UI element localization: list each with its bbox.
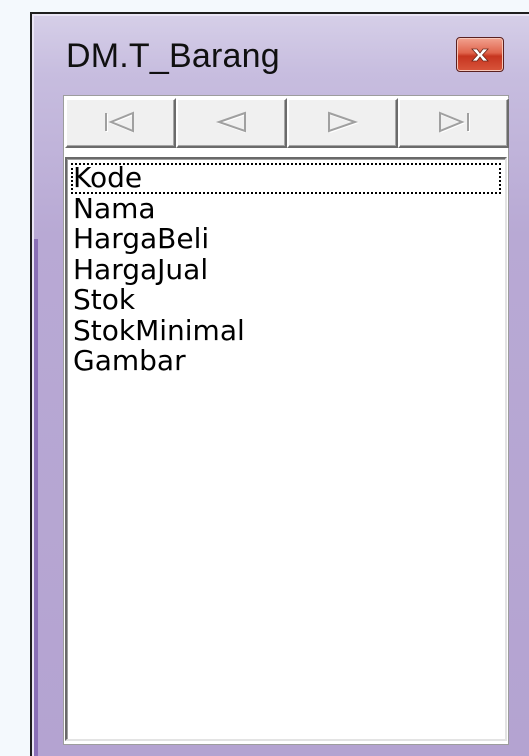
prior-record-icon — [214, 110, 250, 136]
data-module-window: DM.T_Barang Kode Nama HargaBeli HargaJua… — [30, 12, 529, 756]
field-item-hargabeli[interactable]: HargaBeli — [71, 224, 501, 255]
field-item-hargajual[interactable]: HargaJual — [71, 254, 501, 286]
desktop: DM.T_Barang Kode Nama HargaBeli HargaJua… — [0, 0, 529, 756]
fields-listbox[interactable]: Kode Nama HargaBeli HargaJual Stok StokM… — [65, 157, 507, 741]
next-record-icon — [325, 110, 361, 136]
next-record-button[interactable] — [287, 98, 398, 148]
prior-record-button[interactable] — [176, 98, 287, 148]
field-item-kode[interactable]: Kode — [71, 163, 501, 194]
close-icon — [469, 48, 491, 62]
client-area: Kode Nama HargaBeli HargaJual Stok StokM… — [63, 95, 509, 745]
field-item-nama[interactable]: Nama — [71, 193, 501, 225]
field-list: Kode Nama HargaBeli HargaJual Stok StokM… — [71, 163, 501, 377]
record-navigator — [65, 98, 509, 148]
last-record-icon — [436, 110, 472, 136]
window-title: DM.T_Barang — [66, 37, 280, 75]
first-record-button[interactable] — [65, 98, 176, 148]
last-record-button[interactable] — [398, 98, 509, 148]
field-item-stok[interactable]: Stok — [71, 285, 501, 316]
window-edge-accent — [34, 239, 38, 756]
first-record-icon — [103, 110, 139, 136]
close-button[interactable] — [456, 37, 504, 72]
field-item-stokminimal[interactable]: StokMinimal — [71, 315, 501, 347]
field-item-gambar[interactable]: Gambar — [71, 346, 501, 377]
